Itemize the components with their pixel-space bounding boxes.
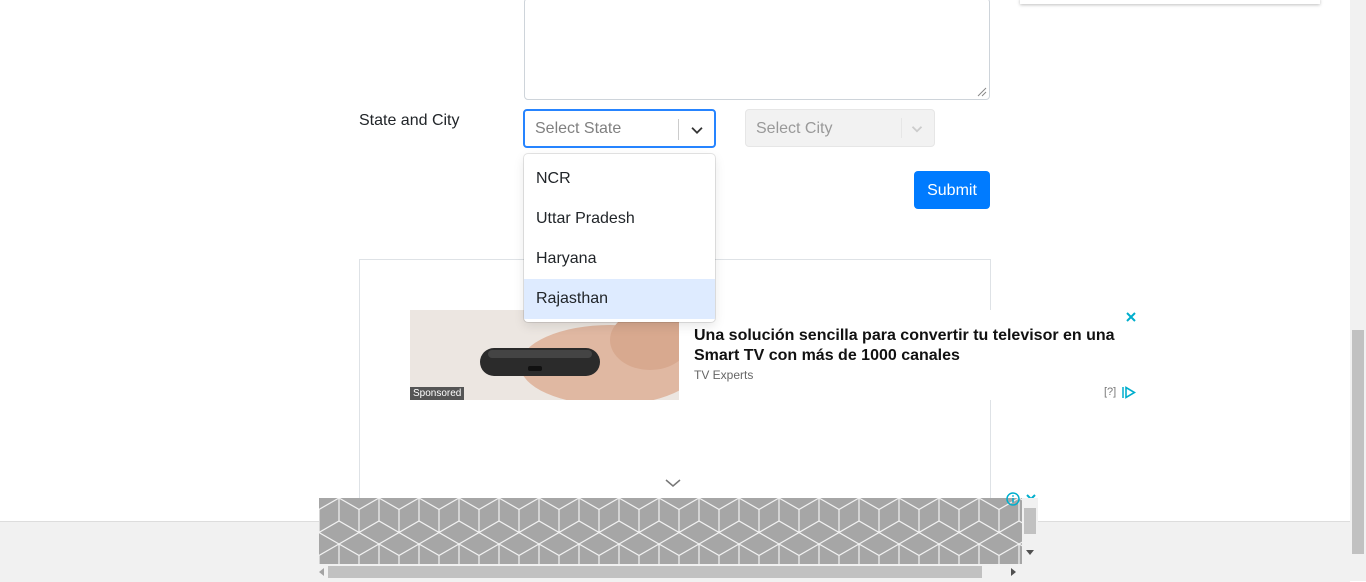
city-select[interactable]: Select City <box>745 109 935 147</box>
ad-title[interactable]: Una solución sencilla para convertir tu … <box>694 326 1124 366</box>
banner-scroll-thumb[interactable] <box>1024 508 1036 534</box>
top-card-edge <box>1020 0 1320 4</box>
state-option-rajasthan[interactable]: Rajasthan <box>524 279 715 319</box>
state-select-separator <box>678 119 679 140</box>
ad-source[interactable]: TV Experts <box>694 368 753 382</box>
page-scroll-thumb[interactable] <box>1352 330 1364 554</box>
close-icon[interactable] <box>1124 310 1138 324</box>
banner-hscroll-thumb[interactable] <box>328 566 982 578</box>
state-city-label: State and City <box>359 112 460 129</box>
city-select-separator <box>901 118 902 138</box>
chevron-down-icon[interactable] <box>688 121 706 139</box>
scroll-left-arrow-icon[interactable] <box>319 568 325 576</box>
state-option-ncr[interactable]: NCR <box>524 159 715 199</box>
info-icon[interactable] <box>1006 492 1020 506</box>
state-select[interactable]: Select State <box>523 109 716 148</box>
banner-horizontal-scrollbar[interactable] <box>319 564 1022 580</box>
ad-choices-icon[interactable] <box>1122 386 1136 399</box>
state-dropdown-menu: NCR Uttar Pradesh Haryana Rajasthan <box>524 154 715 322</box>
banner-ad[interactable] <box>319 498 1022 564</box>
sponsored-label: Sponsored <box>410 387 465 400</box>
ad-help-link[interactable]: [?] <box>1104 386 1116 398</box>
state-select-placeholder: Select State <box>535 120 622 137</box>
state-option-uttar-pradesh[interactable]: Uttar Pradesh <box>524 199 715 239</box>
chevron-down-icon[interactable] <box>908 120 926 138</box>
ad-image[interactable]: Sponsored <box>410 310 679 400</box>
scroll-down-arrow-icon[interactable] <box>1026 550 1034 556</box>
resize-handle-icon[interactable] <box>977 87 987 97</box>
scroll-right-arrow-icon[interactable] <box>1011 568 1017 576</box>
chevron-down-icon[interactable] <box>665 478 681 488</box>
city-select-placeholder: Select City <box>756 120 833 137</box>
state-option-haryana[interactable]: Haryana <box>524 239 715 279</box>
message-textarea[interactable] <box>524 0 990 100</box>
banner-vertical-scrollbar[interactable] <box>1022 498 1038 564</box>
sponsored-ad[interactable]: Sponsored Una solución sencilla para con… <box>410 310 1140 400</box>
cube-pattern-image <box>319 498 1022 564</box>
submit-button[interactable]: Submit <box>914 171 990 209</box>
